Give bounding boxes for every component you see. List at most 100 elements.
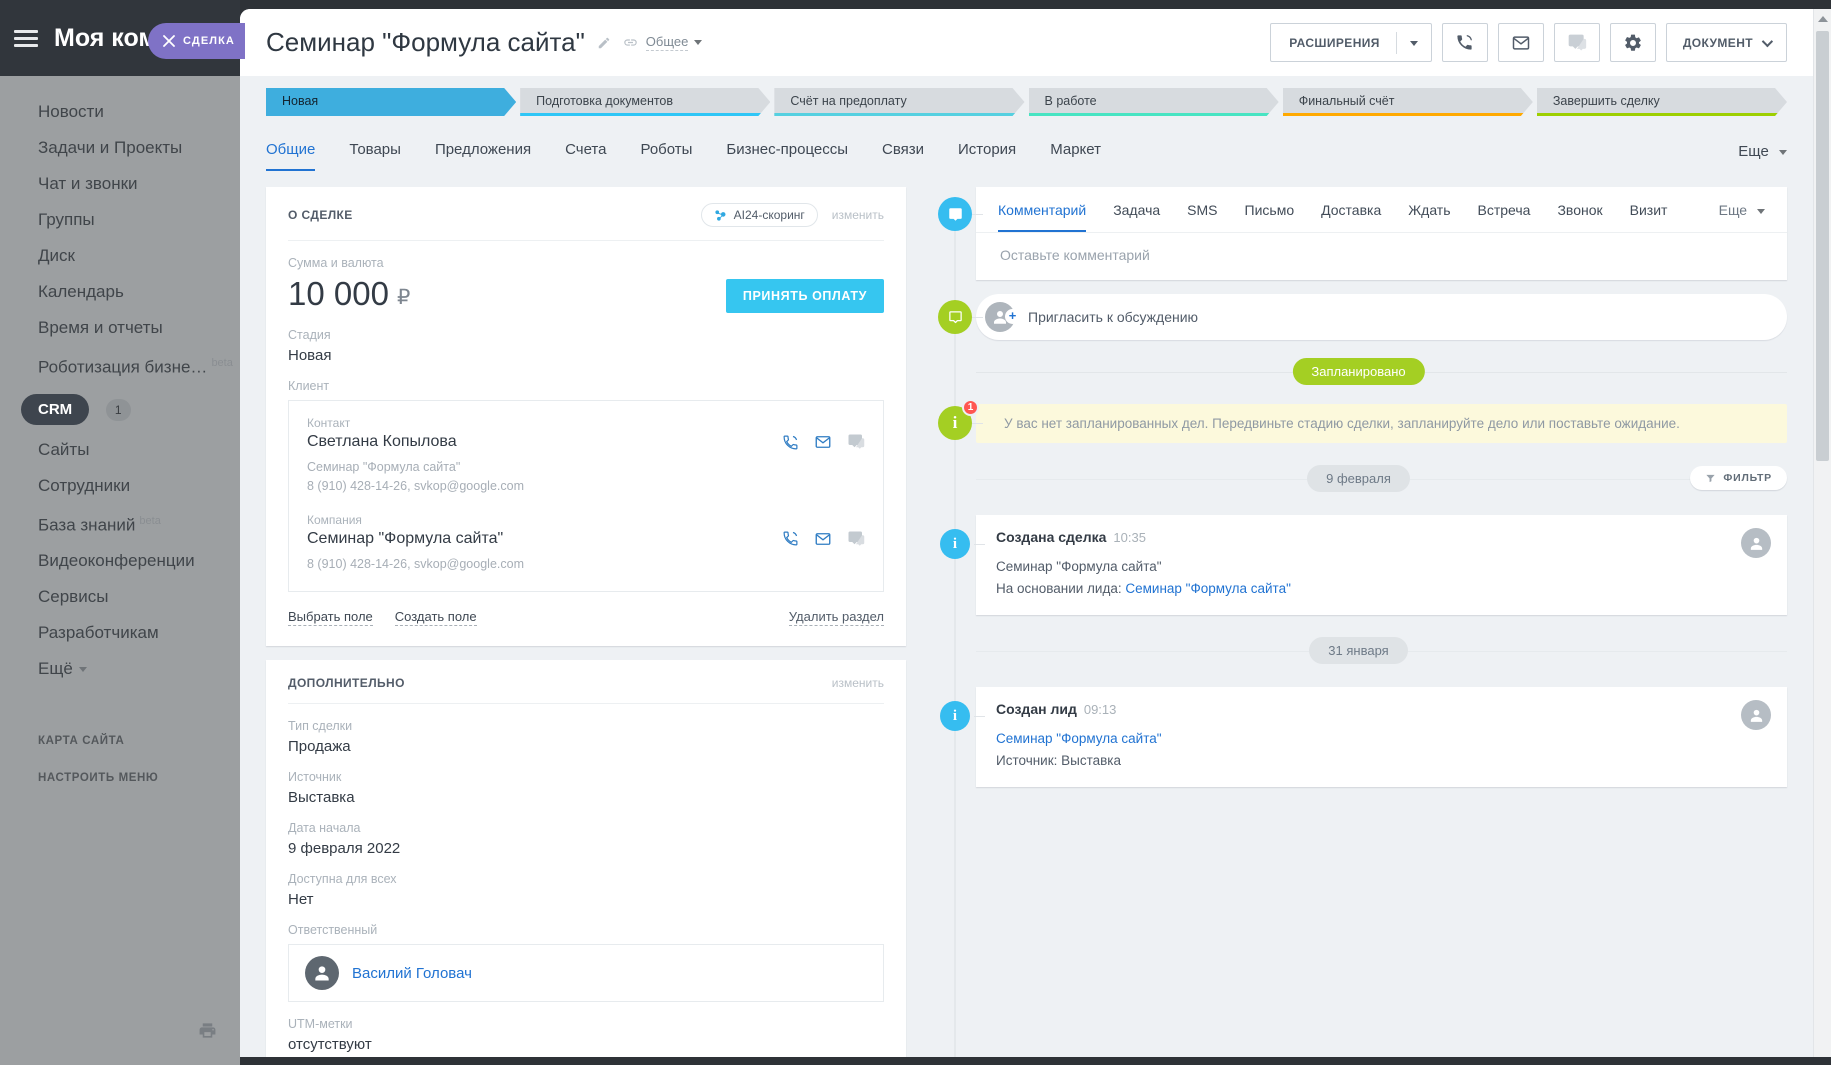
edit-title-icon[interactable]	[597, 36, 611, 50]
menu-hamburger-icon[interactable]	[14, 26, 38, 51]
tab-market[interactable]: Маркет	[1050, 141, 1101, 171]
comment-input[interactable]	[998, 246, 1765, 264]
accept-payment-button[interactable]: ПРИНЯТЬ ОПЛАТУ	[726, 279, 884, 313]
timeline-notice-block: i 1 У вас нет запланированных дел. Перед…	[930, 404, 1787, 443]
sidebar-item-time-reports[interactable]: Время и отчеты	[38, 318, 240, 337]
utm-value[interactable]: отсутствуют	[288, 1036, 884, 1053]
sidebar-item-chat[interactable]: Чат и звонки	[38, 174, 240, 193]
timeline-entry-card[interactable]: Создан лид09:13 Семинар "Формула сайта" …	[976, 687, 1787, 787]
close-icon[interactable]	[163, 35, 175, 47]
contact-chat-icon[interactable]	[847, 433, 865, 451]
contact-name[interactable]: Светлана Копылова	[307, 433, 457, 451]
settings-gear-button[interactable]	[1610, 23, 1656, 62]
responsible-avatar[interactable]	[305, 956, 339, 990]
stage-new[interactable]: Новая	[266, 88, 516, 116]
stage-prepayment-invoice[interactable]: Счёт на предоплату	[774, 88, 1024, 116]
deal-amount[interactable]: 10 000	[288, 275, 389, 313]
sidebar-item-more[interactable]: Ещё	[38, 659, 240, 678]
tab-invoices[interactable]: Счета	[565, 141, 606, 171]
deal-type-value[interactable]: Продажа	[288, 738, 884, 755]
entry-author-avatar[interactable]	[1741, 528, 1771, 558]
available-to-all-value[interactable]: Нет	[288, 891, 884, 908]
compose-tab-visit[interactable]: Визит	[1630, 202, 1668, 232]
compose-tab-task[interactable]: Задача	[1113, 202, 1160, 232]
slider-deal-tag[interactable]: СДЕЛКА	[148, 23, 245, 59]
sidebar-item-services[interactable]: Сервисы	[38, 587, 240, 606]
stage-preparation[interactable]: Подготовка документов	[520, 88, 770, 116]
chat-button[interactable]	[1554, 23, 1600, 62]
scrollbar-thumb[interactable]	[1816, 31, 1829, 461]
header-actions: РАСШИРЕНИЯ ДОКУМЕНТ	[1270, 23, 1787, 62]
sidebar-item-rpa[interactable]: Роботизация бизне…beta	[38, 354, 240, 377]
sidebar-item-sites[interactable]: Сайты	[38, 440, 240, 459]
stage-in-progress[interactable]: В работе	[1029, 88, 1279, 116]
contact-call-icon[interactable]	[782, 434, 799, 451]
tab-quotes[interactable]: Предложения	[435, 141, 531, 171]
lead-link[interactable]: Семинар "Формула сайта"	[996, 731, 1162, 746]
tabs-more-button[interactable]: Еще	[1738, 143, 1787, 171]
responsible-box: Василий Головач	[288, 944, 884, 1002]
document-button[interactable]: ДОКУМЕНТ	[1666, 23, 1787, 62]
printer-icon[interactable]	[198, 1021, 217, 1045]
invite-label: Пригласить к обсуждению	[1028, 309, 1198, 325]
sidebar-item-video-conf[interactable]: Видеоконференции	[38, 551, 240, 570]
sidebar-item-news[interactable]: Новости	[38, 102, 240, 121]
sidebar-item-groups[interactable]: Группы	[38, 210, 240, 229]
timeline-entry-card[interactable]: Создана сделка10:35 Семинар "Формула сай…	[976, 515, 1787, 615]
ai-scoring-badge[interactable]: AI24-скоринг	[701, 203, 818, 227]
utm-label: UTM-метки	[288, 1017, 884, 1031]
tab-products[interactable]: Товары	[349, 141, 401, 171]
stage-field-value[interactable]: Новая	[288, 347, 884, 364]
configure-menu-link[interactable]: НАСТРОИТЬ МЕНЮ	[38, 772, 240, 784]
contact-email-icon[interactable]	[814, 433, 832, 451]
sidebar-item-developers[interactable]: Разработчикам	[38, 623, 240, 642]
call-button[interactable]	[1442, 23, 1488, 62]
no-planned-activities-notice: У вас нет запланированных дел. Передвинь…	[976, 404, 1787, 443]
tab-general[interactable]: Общие	[266, 141, 315, 171]
compose-tab-delivery[interactable]: Доставка	[1321, 202, 1381, 232]
vertical-scrollbar[interactable]	[1813, 9, 1831, 1057]
lead-link[interactable]: Семинар "Формула сайта"	[1125, 581, 1291, 596]
sidebar-item-disk[interactable]: Диск	[38, 246, 240, 265]
sidebar-item-tasks[interactable]: Задачи и Проекты	[38, 138, 240, 157]
filter-button[interactable]: ФИЛЬТР	[1690, 466, 1787, 490]
scope-selector[interactable]: Общее	[646, 34, 689, 51]
create-field-link[interactable]: Создать поле	[395, 609, 477, 626]
responsible-name-link[interactable]: Василий Головач	[352, 965, 472, 982]
sitemap-link[interactable]: КАРТА САЙТА	[38, 735, 240, 747]
company-name[interactable]: Семинар "Формула сайта"	[307, 530, 503, 548]
scroll-up-arrow[interactable]	[1818, 16, 1828, 22]
compose-tab-call[interactable]: Звонок	[1557, 202, 1602, 232]
select-field-link[interactable]: Выбрать поле	[288, 609, 373, 626]
sidebar-item-employees[interactable]: Сотрудники	[38, 476, 240, 495]
compose-tab-email[interactable]: Письмо	[1245, 202, 1295, 232]
stage-close-deal[interactable]: Завершить сделку	[1537, 88, 1787, 116]
edit-additional-link[interactable]: изменить	[832, 676, 884, 690]
edit-about-deal-link[interactable]: изменить	[832, 208, 884, 222]
compose-tab-comment[interactable]: Комментарий	[998, 202, 1086, 232]
tab-business-processes[interactable]: Бизнес-процессы	[726, 141, 848, 171]
sidebar-item-knowledge-base[interactable]: База знанийbeta	[38, 512, 240, 535]
timeline-date-group: 31 января	[930, 637, 1787, 665]
start-date-value[interactable]: 9 февраля 2022	[288, 840, 884, 857]
compose-tab-sms[interactable]: SMS	[1187, 202, 1217, 232]
sidebar-item-crm[interactable]: CRM 1	[38, 394, 240, 425]
compose-tab-meeting[interactable]: Встреча	[1478, 202, 1531, 232]
tab-history[interactable]: История	[958, 141, 1016, 171]
company-email-icon[interactable]	[814, 530, 832, 548]
invite-to-discussion[interactable]: + Пригласить к обсуждению	[976, 294, 1787, 340]
stage-final-invoice[interactable]: Финальный счёт	[1283, 88, 1533, 116]
compose-tabs-more-button[interactable]: Еще	[1719, 202, 1765, 232]
company-call-icon[interactable]	[782, 530, 799, 547]
tab-relations[interactable]: Связи	[882, 141, 924, 171]
delete-section-link[interactable]: Удалить раздел	[789, 609, 884, 626]
source-value[interactable]: Выставка	[288, 789, 884, 806]
link-icon[interactable]	[623, 35, 638, 50]
email-button[interactable]	[1498, 23, 1544, 62]
company-chat-icon[interactable]	[847, 530, 865, 548]
compose-tab-wait[interactable]: Ждать	[1408, 202, 1450, 232]
tab-robots[interactable]: Роботы	[640, 141, 692, 171]
entry-author-avatar[interactable]	[1741, 700, 1771, 730]
sidebar-item-calendar[interactable]: Календарь	[38, 282, 240, 301]
extensions-button[interactable]: РАСШИРЕНИЯ	[1270, 23, 1432, 62]
